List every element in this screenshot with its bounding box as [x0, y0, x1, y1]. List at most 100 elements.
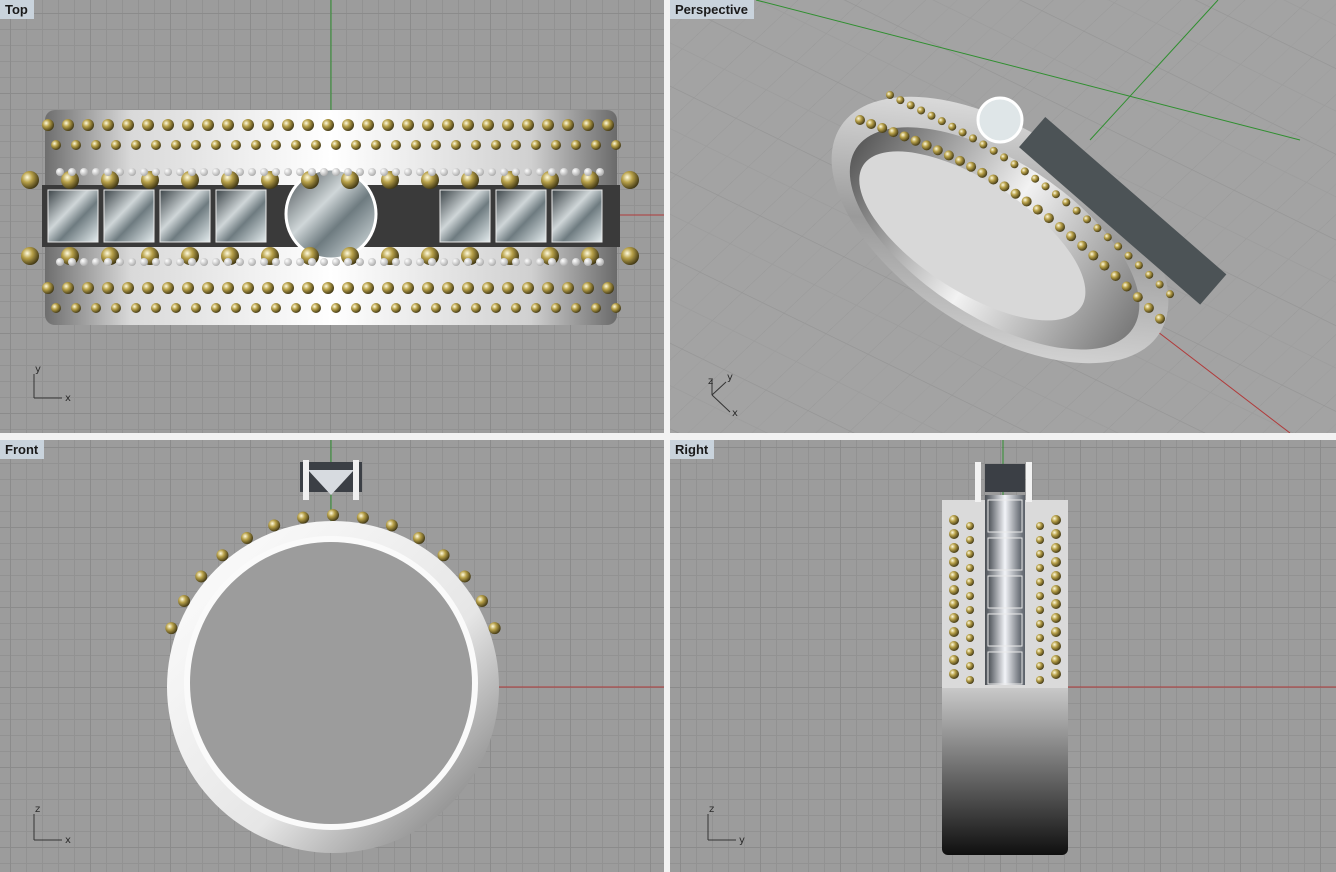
white-bead [500, 168, 508, 176]
gold-bead [1010, 160, 1019, 169]
white-bead [440, 258, 448, 266]
gold-bead [522, 119, 534, 131]
gold-bead [1010, 188, 1021, 199]
white-bead [308, 168, 316, 176]
gold-bead [531, 140, 541, 150]
white-bead [212, 168, 220, 176]
gold-bead [999, 181, 1010, 192]
baguette-stone [551, 189, 603, 243]
gold-bead [1155, 280, 1164, 289]
viewport-top[interactable]: Top x y [0, 0, 664, 433]
ring-right-geometry[interactable] [942, 462, 1068, 855]
viewport-label-top[interactable]: Top [0, 0, 34, 19]
gold-bead [482, 282, 494, 294]
white-bead [80, 168, 88, 176]
ring-top-geometry[interactable] [21, 110, 639, 325]
white-bead [248, 168, 256, 176]
gold-bead [51, 303, 61, 313]
baguette-stone [987, 651, 1023, 685]
gold-bead [91, 303, 101, 313]
white-bead [344, 168, 352, 176]
gold-bead [948, 122, 957, 131]
gold-bead [362, 119, 374, 131]
viewport-right[interactable]: Right y z [670, 440, 1336, 872]
gold-bead [949, 543, 959, 553]
gold-bead [571, 303, 581, 313]
white-bead [272, 168, 280, 176]
viewport-divider-horizontal[interactable] [0, 433, 1336, 440]
white-bead [116, 168, 124, 176]
gold-bead [411, 140, 421, 150]
gold-bead [511, 140, 521, 150]
gold-bead [402, 119, 414, 131]
baguette-stone [215, 189, 267, 243]
gold-bead [1036, 578, 1044, 586]
gold-bead [591, 140, 601, 150]
white-bead [428, 168, 436, 176]
white-bead [152, 168, 160, 176]
gold-bead [222, 282, 234, 294]
svg-text:x: x [732, 408, 738, 419]
gold-bead [866, 118, 877, 129]
gold-bead [949, 599, 959, 609]
gold-bead [1121, 281, 1132, 292]
white-bead [488, 258, 496, 266]
gold-bead [966, 161, 977, 172]
gold-bead [1155, 313, 1165, 324]
gold-bead [82, 282, 94, 294]
gold-bead [242, 282, 254, 294]
gold-bead [391, 303, 401, 313]
gold-bead [1051, 571, 1061, 581]
gold-bead [1051, 613, 1061, 623]
white-bead [452, 168, 460, 176]
white-bead [596, 258, 604, 266]
white-bead [212, 258, 220, 266]
gold-bead [966, 550, 974, 558]
white-bead [332, 168, 340, 176]
white-bead [236, 168, 244, 176]
viewport-label-perspective[interactable]: Perspective [670, 0, 754, 19]
gold-bead [511, 303, 521, 313]
gold-bead [571, 140, 581, 150]
viewport-label-front[interactable]: Front [0, 440, 45, 459]
svg-text:y: y [739, 835, 745, 846]
gold-bead [202, 119, 214, 131]
gold-bead [1088, 250, 1099, 261]
gold-bead [1143, 302, 1154, 313]
gold-bead [475, 595, 488, 607]
perspective-view-canvas: z y x [670, 0, 1336, 433]
gold-bead [151, 303, 161, 313]
gold-bead [1051, 557, 1061, 567]
white-bead [104, 168, 112, 176]
gold-bead [371, 140, 381, 150]
gold-bead [562, 119, 574, 131]
white-bead [224, 168, 232, 176]
axis-indicator-top: x y [33, 364, 71, 404]
white-bead [296, 168, 304, 176]
viewport-label-right[interactable]: Right [670, 440, 715, 459]
white-bead [536, 168, 544, 176]
gold-bead [562, 282, 574, 294]
gold-bead [422, 282, 434, 294]
svg-text:y: y [727, 372, 733, 383]
axis-indicator-front: x z [33, 804, 71, 846]
gold-bead [621, 171, 639, 189]
white-bead [260, 258, 268, 266]
gold-bead [437, 549, 450, 562]
gold-bead [1036, 536, 1044, 544]
gold-bead [966, 536, 974, 544]
gold-bead [251, 140, 261, 150]
gold-bead [966, 634, 974, 642]
white-bead [116, 258, 124, 266]
gold-bead [888, 127, 899, 138]
gold-bead [488, 622, 501, 635]
gold-bead [71, 140, 81, 150]
viewport-front[interactable]: Front x z [0, 440, 664, 872]
gold-bead [551, 303, 561, 313]
viewport-perspective[interactable]: Perspective z y x [670, 0, 1336, 433]
gold-bead [242, 119, 254, 131]
gold-bead [906, 101, 915, 110]
svg-text:x: x [65, 835, 71, 846]
white-bead [392, 168, 400, 176]
ring-front-geometry[interactable] [165, 460, 501, 853]
